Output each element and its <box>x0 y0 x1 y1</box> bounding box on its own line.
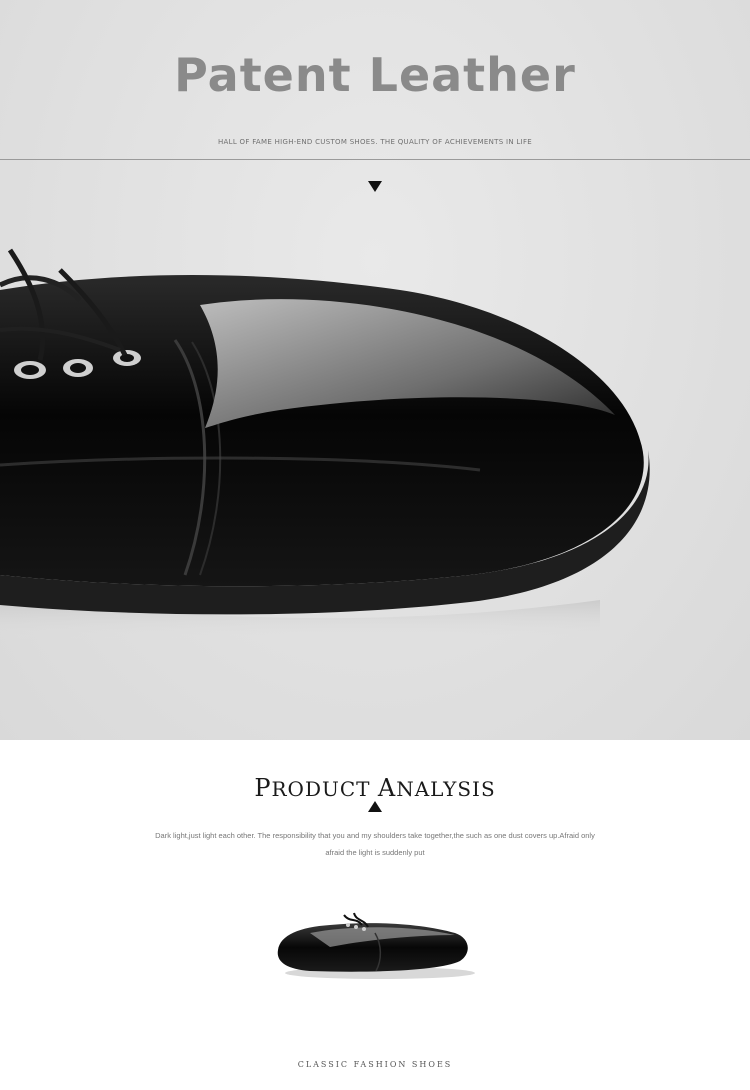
hero-subtitle: HALL OF FAME HIGH-END CUSTOM SHOES. THE … <box>217 138 533 146</box>
footer-caption: CLASSIC FASHION SHOES <box>297 1060 453 1069</box>
hero-banner: Patent Leather HALL OF FAME HIGH-END CUS… <box>0 0 750 740</box>
hero-title: Patent Leather <box>174 48 576 102</box>
triangle-down-icon <box>368 181 382 192</box>
divider-line <box>0 159 750 160</box>
triangle-up-icon <box>368 801 382 812</box>
product-analysis-title: PRODUCT ANALYSIS <box>254 774 496 802</box>
shoe-closeup-image <box>0 248 650 640</box>
shoe-product-image <box>277 912 475 979</box>
product-description: Dark light,just light each other. The re… <box>130 827 620 861</box>
description-line-1: Dark light,just light each other. The re… <box>155 831 595 840</box>
description-line-2: afraid the light is suddenly put <box>325 848 425 857</box>
